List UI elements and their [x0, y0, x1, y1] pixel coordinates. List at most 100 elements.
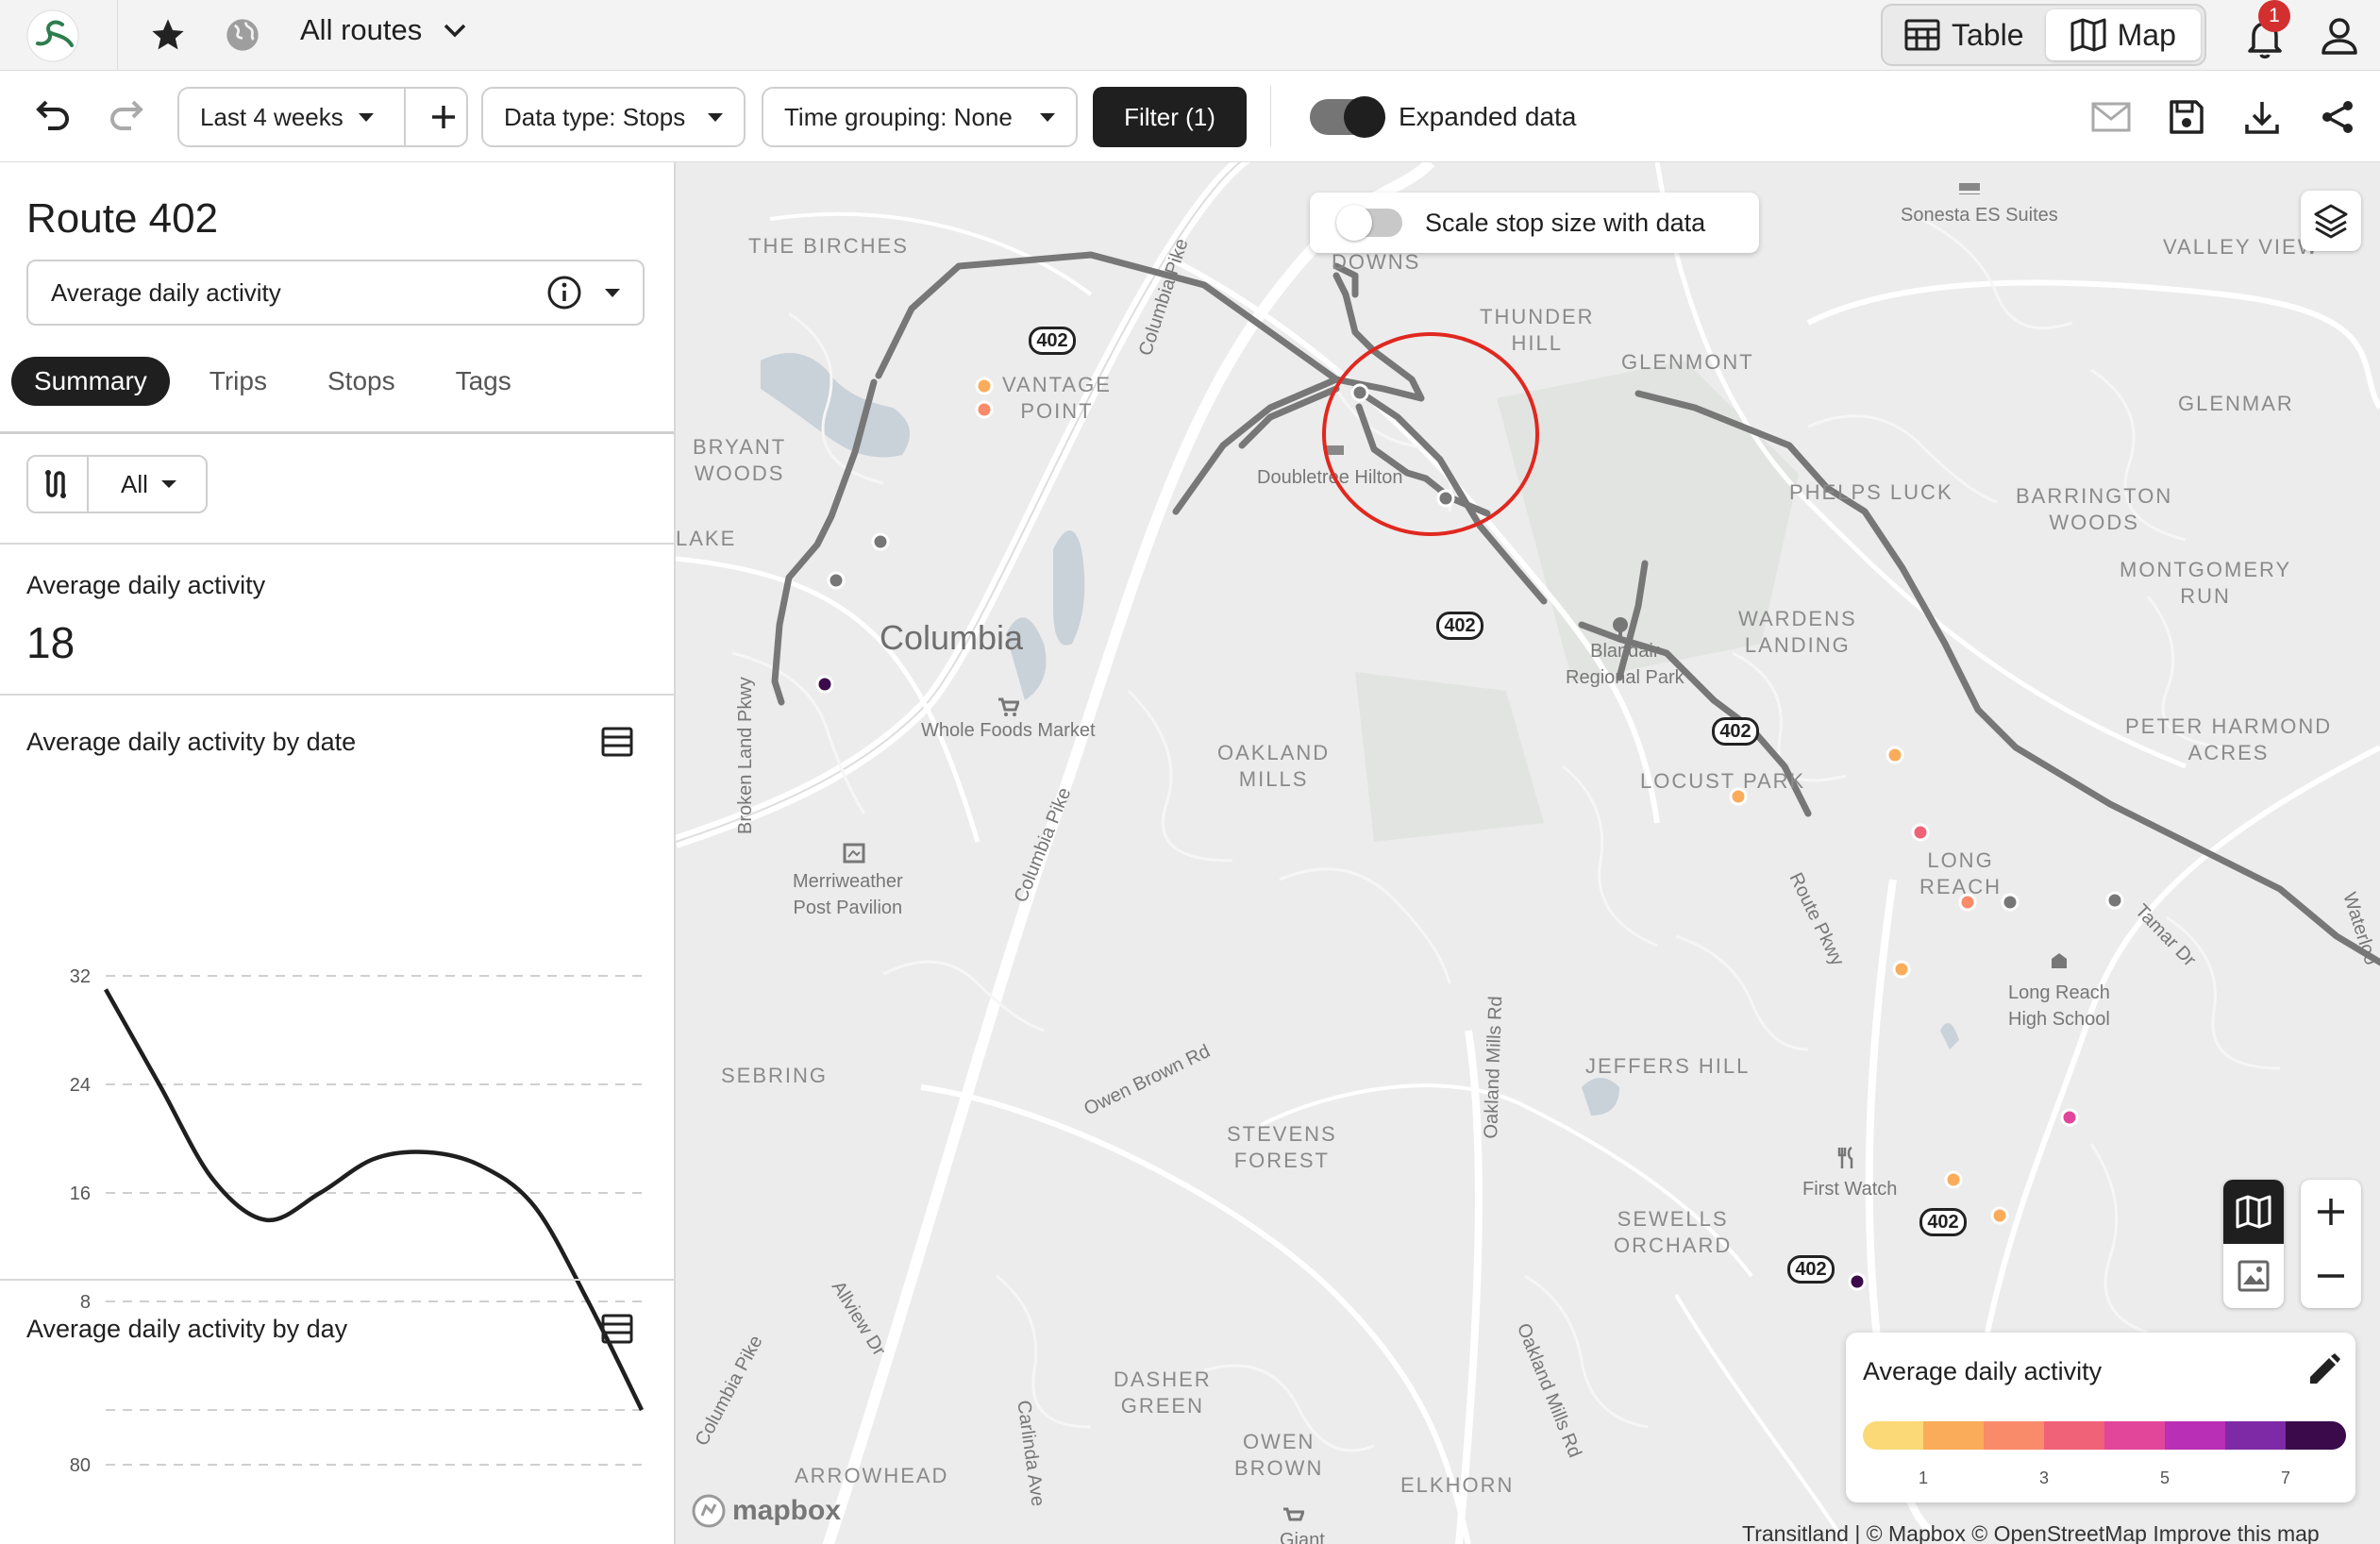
map-label: LONG REACH [1919, 848, 2003, 898]
date-range-dropdown[interactable]: Last 4 weeks [179, 89, 406, 145]
share-icon[interactable] [2314, 93, 2361, 141]
map-label: SEWELLS ORCHARD [1614, 1207, 1733, 1257]
toolbar-divider [1270, 86, 1271, 146]
time-grouping-dropdown[interactable]: Time grouping: None [762, 87, 1078, 147]
street-map-style-button[interactable] [2223, 1180, 2284, 1244]
tab-tags[interactable]: Tags [433, 357, 534, 406]
restaurant-icon [1837, 1146, 1853, 1168]
legend-tick: 3 [2038, 1468, 2049, 1487]
scale-stop-size-toggle[interactable] [1336, 205, 1402, 241]
mapbox-logo[interactable]: mapbox [691, 1493, 841, 1529]
table-icon [1904, 19, 1940, 51]
zoom-out-button[interactable] [2301, 1244, 2361, 1308]
table-toggle-icon[interactable] [600, 725, 634, 759]
view-toggle: Table Map [1881, 4, 2206, 66]
map-legend: Average daily activity 1 3 5 7 [1846, 1333, 2355, 1502]
legend-color-scale [1863, 1421, 2346, 1450]
add-date-range-button[interactable] [421, 89, 466, 145]
direction-selector[interactable]: All [26, 455, 208, 513]
map-label: OWEN BROWN [1234, 1430, 1324, 1480]
edit-pencil-icon[interactable] [2305, 1351, 2342, 1389]
undo-icon[interactable] [28, 92, 75, 139]
map-label: Sonesta ES Suites [1901, 205, 2058, 226]
expanded-data-toggle[interactable] [1310, 96, 1385, 138]
legend-title: Average daily activity [1863, 1357, 2103, 1385]
map-label: Long Reach High School [2008, 982, 2110, 1030]
theater-icon [843, 843, 865, 864]
route-direction-icon [45, 470, 66, 498]
route-detail-panel: Route 402 Average daily activity Summary… [0, 162, 676, 1544]
caret-down-icon [605, 288, 620, 297]
data-type-dropdown[interactable]: Data type: Stops [481, 87, 746, 147]
map-label: LOCUST PARK [1640, 769, 1806, 793]
layers-button[interactable] [2301, 191, 2361, 251]
route-scope-dropdown[interactable]: All routes [300, 13, 467, 47]
map-style-switcher [2223, 1180, 2284, 1308]
filter-button[interactable]: Filter (1) [1093, 87, 1247, 147]
legend-swatch [2044, 1421, 2104, 1450]
y-tick-label: 80 [70, 1455, 91, 1476]
scale-stop-size-label: Scale stop size with data [1425, 208, 1706, 237]
caret-down-icon [160, 480, 176, 488]
map-icon [2236, 1195, 2271, 1229]
legend-swatch [2286, 1421, 2346, 1450]
caret-down-icon [358, 112, 374, 122]
toolbar: Last 4 weeks Data type: Stops Time group… [0, 71, 2380, 162]
map-label: GLENMAR [2178, 392, 2294, 415]
app-logo-icon[interactable] [25, 8, 85, 64]
map-label: Blandair Regional Park [1566, 641, 1684, 688]
zoom-in-button[interactable] [2301, 1180, 2361, 1244]
top-bar: All routes Table Map 1 [0, 0, 2380, 71]
expanded-data-label: Expanded data [1399, 102, 1577, 131]
caret-down-icon [1040, 112, 1055, 122]
notification-badge: 1 [2258, 0, 2290, 32]
direction-label: All [121, 469, 148, 498]
legend-swatch [1984, 1421, 2044, 1450]
legend-swatch [2104, 1421, 2165, 1450]
panel-tabs: Summary Trips Stops Tags [11, 357, 534, 406]
table-toggle-icon[interactable] [600, 1312, 634, 1346]
data-type-label: Data type: Stops [504, 102, 686, 131]
metric-label: Average daily activity [51, 277, 281, 307]
chevron-down-icon [444, 24, 466, 38]
download-icon[interactable] [2238, 93, 2286, 141]
legend-swatch [1923, 1421, 1984, 1450]
satellite-map-style-button[interactable] [2223, 1244, 2284, 1308]
time-grouping-label: Time grouping: None [784, 102, 1013, 131]
map-label: STEVENS FOREST [1227, 1122, 1337, 1172]
metric-dropdown[interactable]: Average daily activity [26, 260, 645, 326]
map-view-label: Map [2117, 17, 2176, 52]
globe-icon [219, 11, 266, 59]
toggle-knob [1336, 205, 1372, 241]
section-divider [0, 1279, 674, 1281]
redo-icon[interactable] [104, 92, 151, 139]
stat-value: 18 [26, 618, 75, 667]
save-icon[interactable] [2163, 93, 2210, 141]
layers-icon [2314, 204, 2348, 239]
chart-date-title: Average daily activity by date [26, 728, 357, 756]
tab-summary[interactable]: Summary [11, 357, 170, 406]
map-label: VALLEY VIEW [2163, 235, 2320, 259]
road-label: Broken Land Pkwy [735, 677, 756, 834]
stat-label: Average daily activity [26, 571, 266, 599]
route-map[interactable]: THE BIRCHES DOWNS THUNDER HILL GLENMONT … [676, 162, 2380, 1544]
legend-tick: 7 [2280, 1468, 2290, 1487]
map-view-button[interactable]: Map [2045, 9, 2201, 60]
shopping-cart-icon [1283, 1507, 1304, 1521]
favorite-star-icon[interactable] [144, 11, 192, 59]
email-icon[interactable] [2087, 93, 2135, 141]
zoom-controls [2301, 1180, 2361, 1308]
direction-icon-button[interactable] [28, 457, 89, 512]
info-icon[interactable] [546, 275, 582, 310]
table-view-button[interactable]: Table [1886, 9, 2042, 60]
caret-down-icon [708, 112, 723, 122]
user-account-icon[interactable] [2314, 11, 2366, 63]
map-attribution[interactable]: Transitland | © Mapbox © OpenStreetMap I… [1742, 1521, 2320, 1544]
tab-stops[interactable]: Stops [305, 357, 418, 406]
map-label: PETER HARMOND ACRES [2125, 714, 2333, 764]
map-label: DOWNS [1332, 250, 1421, 274]
hotel-icon [1959, 183, 1980, 194]
tab-trips[interactable]: Trips [187, 357, 290, 406]
map-label: Whole Foods Market [921, 720, 1096, 741]
series-line [104, 988, 645, 1411]
